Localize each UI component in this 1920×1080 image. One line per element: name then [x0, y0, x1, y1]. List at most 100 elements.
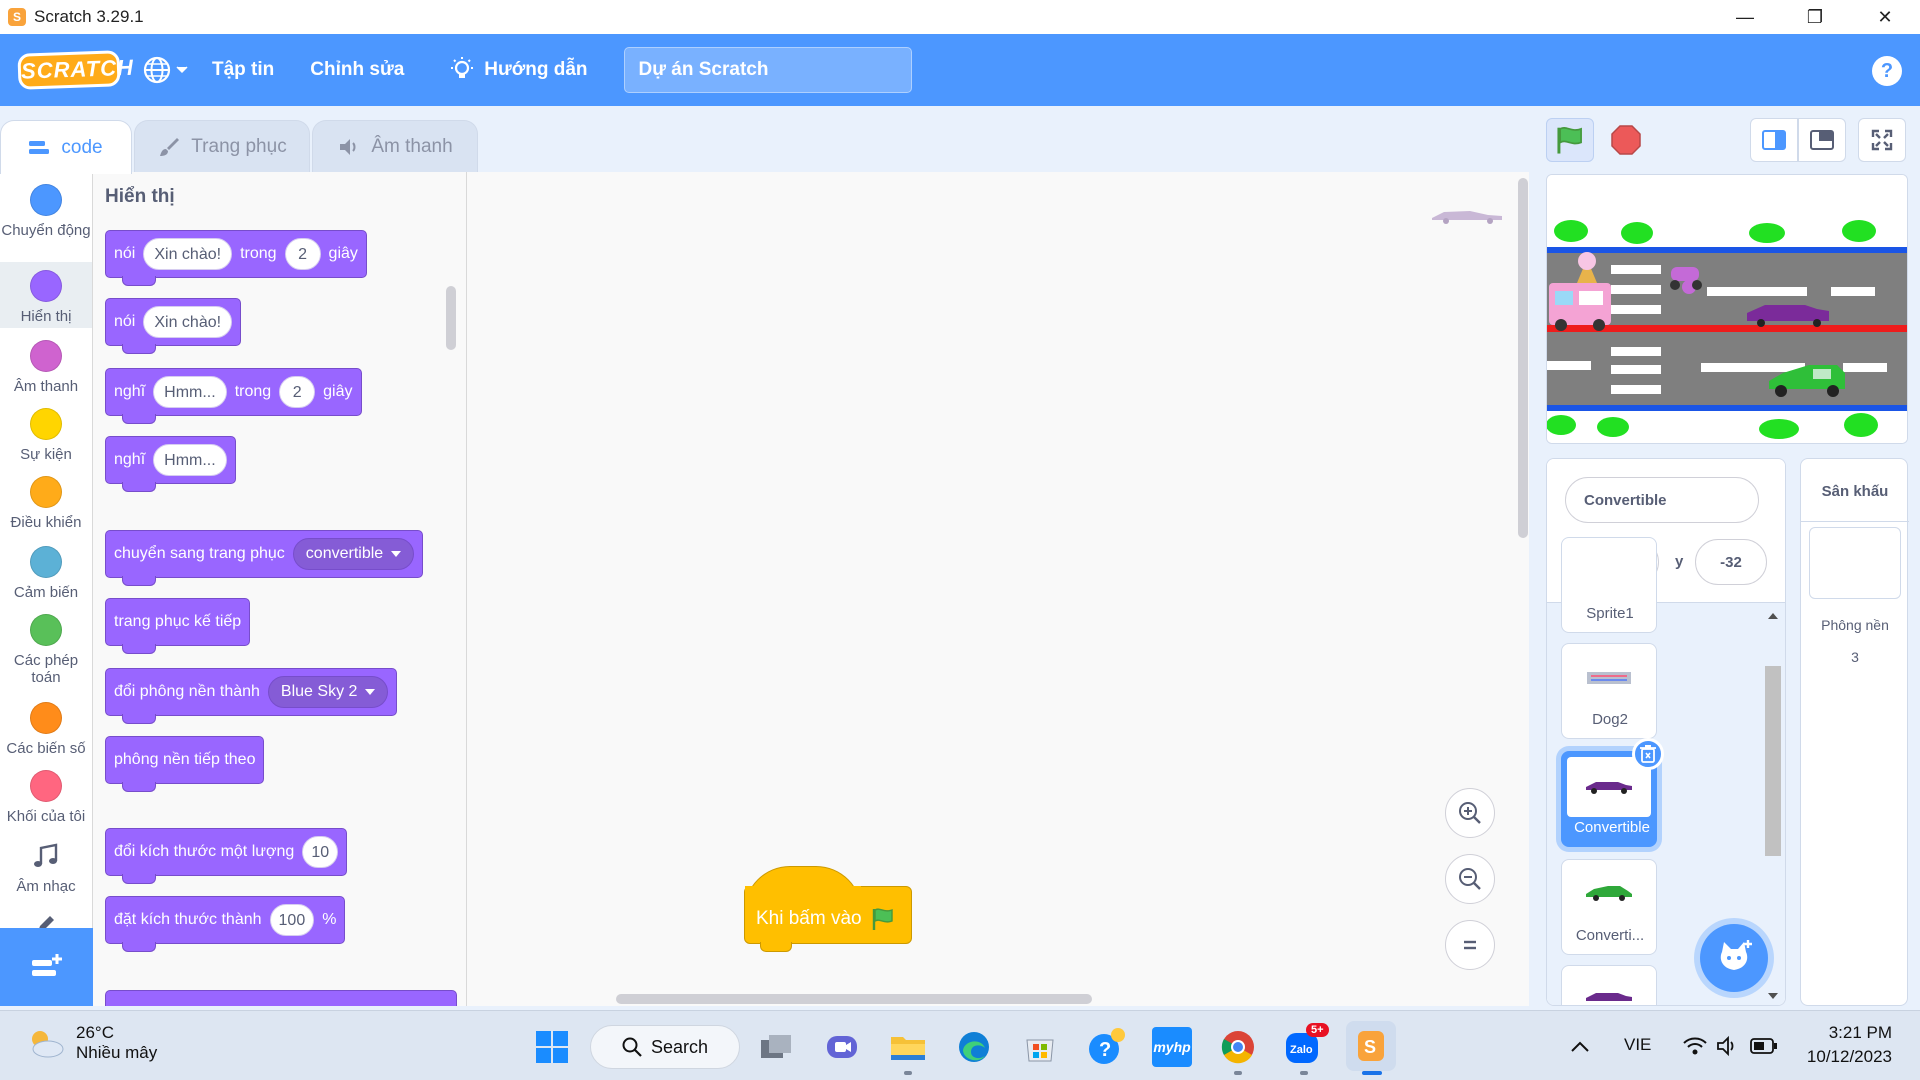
- zoom-in-button[interactable]: [1445, 788, 1495, 838]
- microsoft-store-button[interactable]: [1020, 1027, 1060, 1067]
- sprite-tile-dog2[interactable]: Dog2: [1561, 643, 1657, 739]
- sprite-tile-sprite1[interactable]: Sprite1: [1561, 537, 1657, 633]
- size-input[interactable]: 100: [269, 904, 315, 936]
- zalo-button[interactable]: Zalo 5+: [1284, 1023, 1329, 1067]
- minimize-button[interactable]: —: [1710, 0, 1780, 34]
- search-label: Search: [651, 1036, 709, 1057]
- green-flag-button[interactable]: [1546, 118, 1594, 162]
- category-sensing[interactable]: Cảm biến: [0, 546, 92, 601]
- pen-icon: [39, 916, 54, 928]
- sprite-name-input[interactable]: Convertible: [1565, 477, 1759, 523]
- think-block[interactable]: nghĩ Hmm...: [105, 436, 236, 492]
- next-block-partial[interactable]: [105, 990, 457, 1006]
- code-horizontal-scrollbar[interactable]: [616, 994, 1092, 1004]
- zoom-reset-button[interactable]: [1445, 920, 1495, 970]
- input-language[interactable]: VIE: [1624, 1035, 1651, 1055]
- category-label: Chuyển động: [1, 222, 91, 239]
- category-control[interactable]: Điều khiển: [0, 476, 92, 531]
- chevron-up-icon[interactable]: [1570, 1041, 1590, 1053]
- taskbar-search[interactable]: Search: [590, 1025, 740, 1069]
- green-flag-icon: [1557, 127, 1582, 154]
- message-input[interactable]: Xin chào!: [143, 238, 233, 270]
- category-pen[interactable]: [0, 912, 92, 928]
- wifi-icon[interactable]: [1682, 1035, 1708, 1057]
- seconds-input[interactable]: 2: [279, 376, 316, 408]
- small-stage-icon: [1762, 130, 1786, 150]
- weather-widget[interactable]: 26°C Nhiều mây: [26, 1023, 157, 1063]
- myhp-button[interactable]: myhp: [1152, 1027, 1192, 1067]
- seconds-input[interactable]: 2: [284, 238, 321, 270]
- stop-button[interactable]: [1602, 118, 1650, 162]
- next-backdrop-block[interactable]: phông nền tiếp theo: [105, 736, 265, 792]
- add-extension-button[interactable]: [0, 928, 93, 1006]
- tab-sounds[interactable]: Âm thanh: [312, 120, 478, 172]
- tab-code[interactable]: code: [0, 120, 132, 174]
- equals-icon: [1464, 940, 1476, 950]
- code-vertical-scrollbar[interactable]: [1518, 178, 1528, 538]
- help-icon[interactable]: ?: [1872, 56, 1902, 86]
- category-motion[interactable]: Chuyển động: [0, 184, 92, 239]
- message-input[interactable]: Hmm...: [153, 376, 227, 408]
- category-operators[interactable]: Các phép toán: [0, 614, 92, 686]
- scratch-logo[interactable]: SCRATCH: [17, 50, 134, 90]
- chrome-button[interactable]: [1218, 1027, 1258, 1067]
- file-menu[interactable]: Tập tin: [194, 34, 292, 106]
- choose-sprite-button[interactable]: [1700, 924, 1768, 992]
- category-events[interactable]: Sự kiện: [0, 408, 92, 463]
- costume-dropdown[interactable]: convertible: [292, 538, 415, 570]
- zoom-out-button[interactable]: [1445, 854, 1495, 904]
- sprite-tile-convertible-2[interactable]: Converti...: [1561, 859, 1657, 955]
- backdrop-dropdown[interactable]: Blue Sky 2: [267, 676, 389, 708]
- switch-backdrop-block[interactable]: đổi phông nền thành Blue Sky 2: [105, 668, 398, 724]
- set-size-block[interactable]: đặt kích thước thành 100 %: [105, 896, 346, 952]
- category-my-blocks[interactable]: Khối của tôi: [0, 770, 92, 825]
- stage-canvas[interactable]: [1546, 174, 1908, 444]
- get-help-button[interactable]: ?: [1086, 1027, 1126, 1067]
- file-explorer-button[interactable]: [888, 1027, 928, 1067]
- tab-costumes[interactable]: Trang phục: [134, 120, 310, 172]
- say-for-secs-block[interactable]: nói Xin chào! trong 2 giây: [105, 230, 367, 286]
- delete-sprite-button[interactable]: [1632, 738, 1664, 770]
- scratch-taskbar-button[interactable]: S: [1346, 1021, 1396, 1071]
- edit-menu[interactable]: Chỉnh sửa: [292, 34, 422, 106]
- message-input[interactable]: Hmm...: [153, 444, 227, 476]
- store-icon: [1026, 1039, 1054, 1062]
- teams-chat-button[interactable]: [822, 1027, 862, 1067]
- fullscreen-button[interactable]: [1858, 118, 1906, 162]
- y-position-input[interactable]: -32: [1695, 539, 1767, 585]
- close-button[interactable]: ✕: [1850, 0, 1920, 34]
- language-menu[interactable]: [142, 55, 188, 85]
- convertible2-thumbnail: [1586, 886, 1632, 901]
- palette-scrollbar[interactable]: [446, 286, 456, 350]
- change-size-block[interactable]: đổi kích thước một lượng 10: [105, 828, 348, 884]
- sprite-tile-partial[interactable]: [1561, 965, 1657, 1005]
- next-costume-block[interactable]: trang phục kế tiếp: [105, 598, 251, 654]
- think-for-secs-block[interactable]: nghĩ Hmm... trong 2 giây: [105, 368, 362, 424]
- category-variables[interactable]: Các biến số: [0, 702, 92, 757]
- battery-icon[interactable]: [1750, 1037, 1778, 1055]
- system-clock[interactable]: 3:21 PM 10/12/2023: [1796, 1021, 1892, 1069]
- large-stage-button[interactable]: [1798, 118, 1846, 162]
- category-music[interactable]: Âm nhạc: [0, 840, 92, 895]
- stage-selector[interactable]: Sân khấu Phông nền 3: [1800, 458, 1909, 1006]
- code-workspace[interactable]: [467, 172, 1529, 1006]
- category-sound[interactable]: Âm thanh: [0, 340, 92, 395]
- switch-costume-block[interactable]: chuyển sang trang phục convertible: [105, 530, 424, 586]
- volume-icon[interactable]: [1716, 1035, 1740, 1057]
- size-change-input[interactable]: 10: [302, 836, 339, 868]
- message-input[interactable]: Xin chào!: [143, 306, 233, 338]
- tutorials-button[interactable]: Hướng dẫn: [430, 34, 605, 106]
- scratch-app-icon: S: [1358, 1031, 1384, 1061]
- maximize-button[interactable]: ❐: [1780, 0, 1850, 34]
- sprite-list-scroll-thumb[interactable]: [1765, 666, 1781, 856]
- when-flag-clicked-block[interactable]: Khi bấm vào: [744, 866, 912, 952]
- music-note-icon: [34, 843, 58, 867]
- task-view-button[interactable]: [756, 1027, 796, 1067]
- edge-browser-button[interactable]: [954, 1027, 994, 1067]
- say-block[interactable]: nói Xin chào!: [105, 298, 242, 354]
- project-title-input[interactable]: Dự án Scratch: [623, 47, 912, 93]
- category-looks[interactable]: Hiển thị: [0, 262, 92, 328]
- start-button[interactable]: [532, 1027, 572, 1067]
- green-flag-icon: [872, 908, 893, 930]
- small-stage-button[interactable]: [1750, 118, 1798, 162]
